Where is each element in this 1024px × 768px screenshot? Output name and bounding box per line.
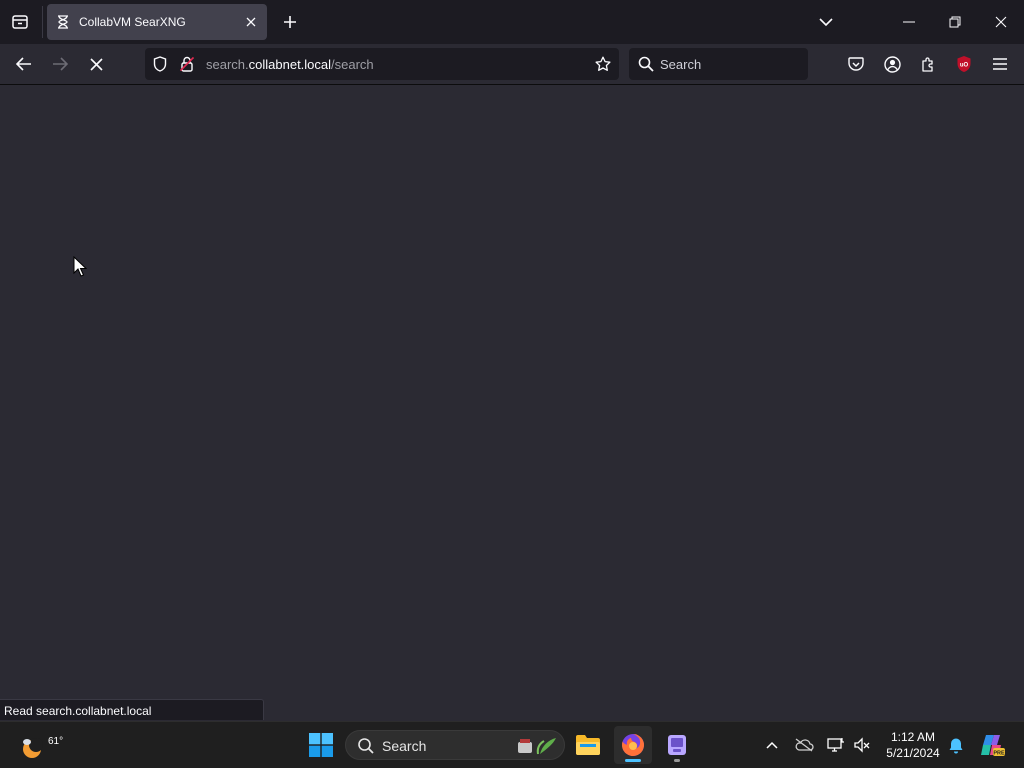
shield-icon[interactable] bbox=[152, 56, 168, 72]
back-button[interactable] bbox=[10, 50, 38, 78]
start-button[interactable] bbox=[306, 730, 336, 760]
windows-logo-icon bbox=[309, 733, 333, 757]
app-taskbar-button[interactable] bbox=[658, 726, 696, 764]
file-explorer-button[interactable] bbox=[569, 726, 607, 764]
weather-widget[interactable]: 61° bbox=[16, 728, 63, 764]
forward-button[interactable] bbox=[46, 50, 74, 78]
search-highlight-icon bbox=[518, 738, 556, 755]
svg-text:uO: uO bbox=[960, 63, 969, 69]
notification-bell-icon[interactable] bbox=[946, 735, 966, 755]
restore-button[interactable] bbox=[932, 0, 978, 44]
tab-active[interactable]: CollabVM SearXNG bbox=[47, 4, 267, 40]
moon-cloud-icon bbox=[23, 738, 43, 758]
close-window-button[interactable] bbox=[978, 0, 1024, 44]
clock-time: 1:12 AM bbox=[890, 730, 936, 744]
weather-temp: 61° bbox=[48, 736, 64, 747]
tab-strip: CollabVM SearXNG bbox=[0, 0, 1024, 44]
taskbar-search-box[interactable]: Search bbox=[345, 730, 565, 760]
ublock-origin-icon[interactable]: uO bbox=[954, 54, 974, 74]
star-icon[interactable] bbox=[595, 56, 611, 72]
clock[interactable]: 1:12 AM 5/21/2024 bbox=[880, 729, 946, 761]
app-icon bbox=[668, 735, 686, 755]
firefox-view-icon[interactable] bbox=[6, 8, 34, 36]
search-placeholder: Search bbox=[660, 57, 702, 72]
taskbar: 61° Search 1:12 AM 5/21/2024 PRE bbox=[0, 721, 1024, 768]
stop-loading-button[interactable] bbox=[82, 50, 110, 78]
copilot-icon[interactable]: PRE bbox=[980, 732, 1006, 758]
pocket-icon[interactable] bbox=[846, 54, 866, 74]
navigation-toolbar: search.collabnet.local/search Search uO bbox=[0, 44, 1024, 85]
status-bar: Read search.collabnet.local bbox=[0, 699, 264, 720]
account-icon[interactable] bbox=[882, 54, 902, 74]
url-prefix: search. bbox=[206, 57, 249, 72]
url-text[interactable]: search.collabnet.local/search bbox=[206, 57, 374, 72]
new-tab-button[interactable] bbox=[278, 10, 302, 34]
firefox-icon bbox=[621, 734, 644, 756]
onedrive-offline-icon[interactable] bbox=[794, 735, 814, 755]
search-bar[interactable]: Search bbox=[629, 48, 808, 80]
active-indicator bbox=[625, 759, 641, 762]
menu-icon[interactable] bbox=[990, 54, 1010, 74]
minimize-button[interactable] bbox=[886, 0, 932, 44]
url-host: collabnet.local bbox=[248, 57, 332, 72]
hourglass-icon bbox=[56, 15, 70, 29]
tab-divider bbox=[42, 6, 43, 38]
close-icon[interactable] bbox=[243, 14, 259, 30]
url-path: /search bbox=[331, 57, 374, 72]
network-icon[interactable] bbox=[826, 735, 846, 755]
url-bar[interactable]: search.collabnet.local/search bbox=[145, 48, 619, 80]
extensions-icon[interactable] bbox=[918, 54, 938, 74]
chevron-down-icon[interactable] bbox=[814, 10, 838, 34]
running-indicator bbox=[674, 759, 680, 762]
page-content bbox=[0, 85, 1024, 721]
chevron-up-icon[interactable] bbox=[762, 735, 782, 755]
search-icon bbox=[638, 56, 654, 72]
insecure-lock-icon[interactable] bbox=[179, 56, 195, 72]
mouse-cursor-icon bbox=[73, 256, 87, 277]
folder-icon bbox=[576, 735, 600, 755]
search-icon bbox=[358, 738, 374, 754]
clock-date: 5/21/2024 bbox=[886, 746, 940, 760]
taskbar-search-placeholder: Search bbox=[382, 738, 427, 754]
firefox-taskbar-button[interactable] bbox=[614, 726, 652, 764]
svg-text:PRE: PRE bbox=[993, 751, 1005, 757]
tab-title: CollabVM SearXNG bbox=[79, 15, 186, 29]
volume-muted-icon[interactable] bbox=[852, 735, 872, 755]
